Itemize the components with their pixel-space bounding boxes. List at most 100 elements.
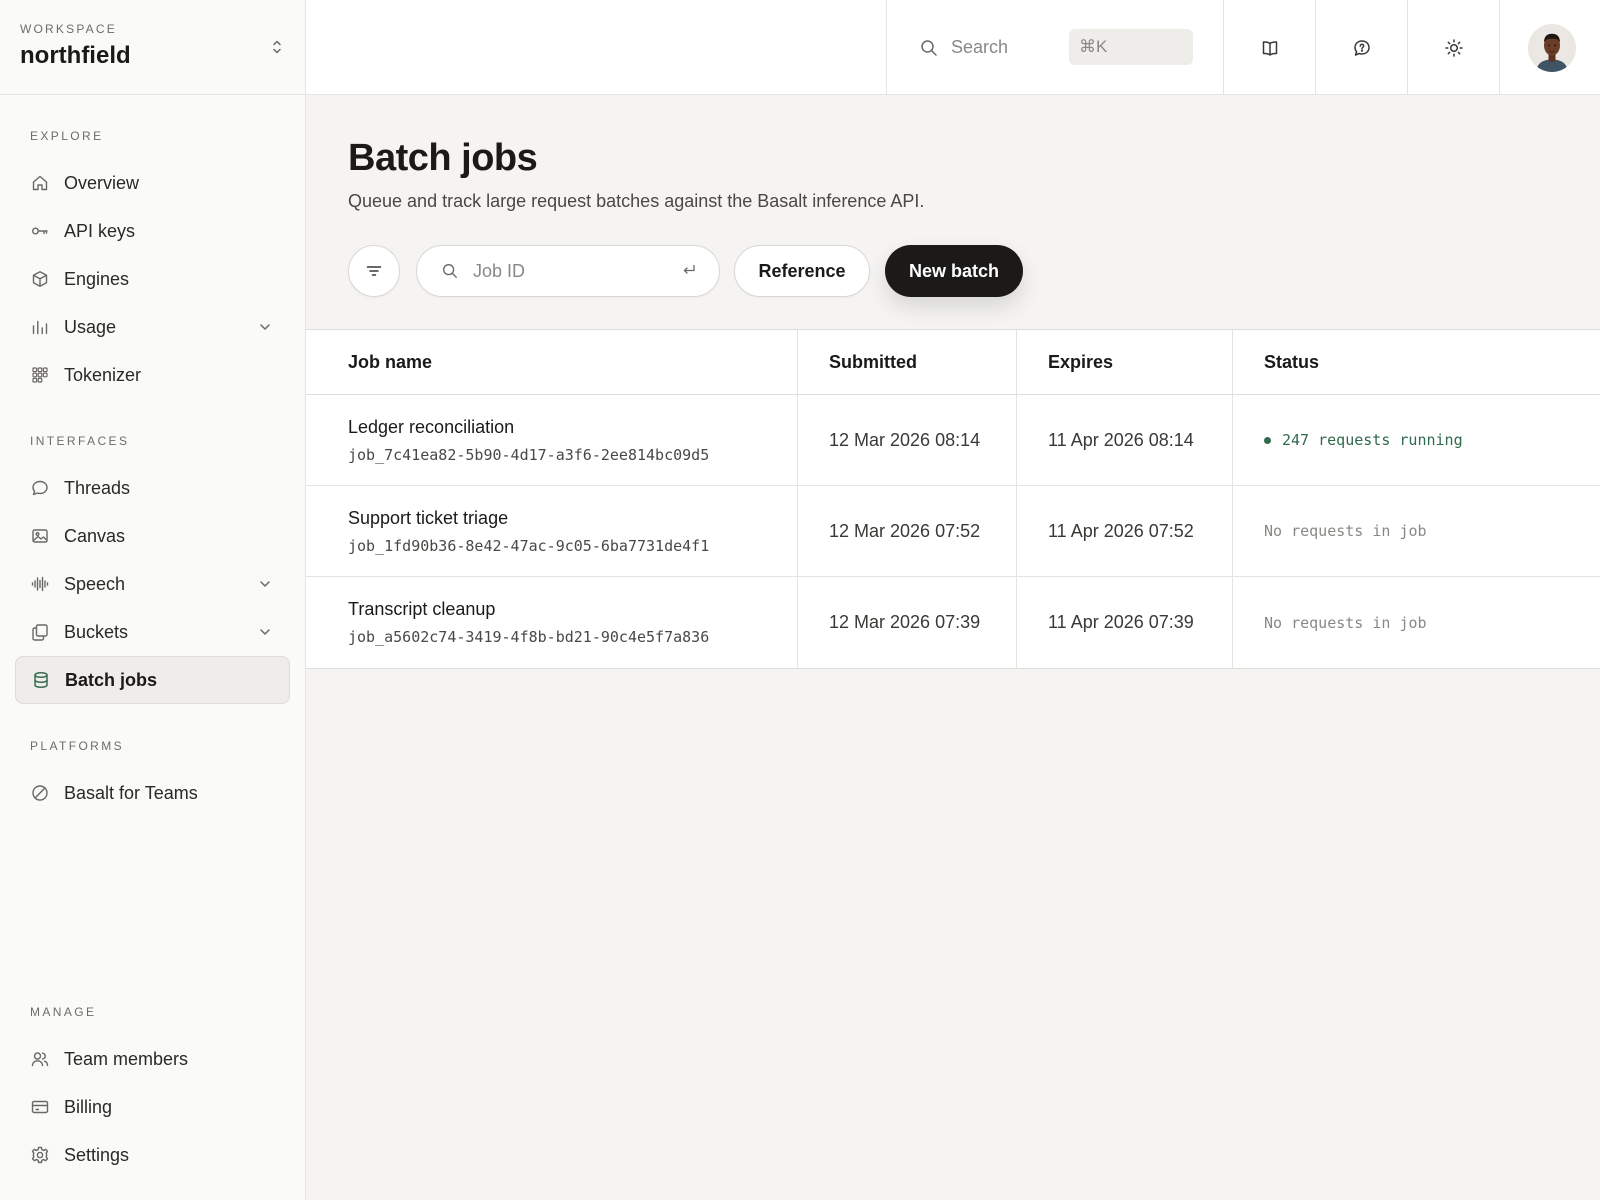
copy-icon bbox=[32, 624, 48, 641]
job-name[interactable]: Transcript cleanup bbox=[348, 599, 797, 620]
sidebar-item-label: Billing bbox=[64, 1096, 113, 1117]
docs-button[interactable] bbox=[1224, 0, 1316, 95]
chevron-down-icon[interactable] bbox=[258, 320, 272, 334]
job-id-search bbox=[416, 245, 720, 297]
sidebar-item-team-members[interactable]: Team members bbox=[15, 1035, 290, 1083]
waveform-icon bbox=[31, 576, 49, 592]
status-dot bbox=[1264, 436, 1271, 444]
chevron-down-icon[interactable] bbox=[258, 625, 272, 639]
database-icon bbox=[34, 671, 48, 689]
expires-date: 11 Apr 2026 07:39 bbox=[1048, 612, 1194, 632]
sidebar-item-label: Buckets bbox=[64, 621, 129, 642]
job-id-input[interactable] bbox=[473, 260, 673, 282]
image-icon bbox=[32, 529, 48, 543]
chevron-down-icon[interactable] bbox=[258, 577, 272, 591]
theme-toggle-button[interactable] bbox=[1408, 0, 1500, 95]
sidebar-item-label: Engines bbox=[64, 268, 130, 289]
column-header-job-name[interactable]: Job name bbox=[348, 352, 797, 373]
page-title: Batch jobs bbox=[348, 137, 538, 179]
keyboard-shortcut-badge: ⌘K bbox=[1069, 29, 1193, 65]
search-icon bbox=[443, 264, 457, 278]
global-search[interactable]: Search ⌘K bbox=[886, 0, 1224, 95]
credit-card-icon bbox=[31, 1100, 49, 1114]
main-content: Batch jobs Queue and track large request… bbox=[306, 95, 1600, 1200]
avatar-image bbox=[1528, 24, 1576, 72]
sidebar-item-basalt-for-teams[interactable]: Basalt for Teams bbox=[15, 769, 290, 817]
help-chat-icon bbox=[1353, 39, 1370, 56]
sidebar-item-threads[interactable]: Threads bbox=[15, 464, 290, 512]
sidebar-item-billing[interactable]: Billing bbox=[15, 1083, 290, 1131]
filter-button[interactable] bbox=[348, 245, 400, 297]
sidebar-item-settings[interactable]: Settings bbox=[15, 1131, 290, 1179]
status-text: No requests in job bbox=[1264, 522, 1427, 540]
sidebar: WORKSPACE northfield EXPLORE Overview AP… bbox=[0, 0, 306, 1200]
sidebar-item-engines[interactable]: Engines bbox=[15, 255, 290, 303]
topbar: Search ⌘K bbox=[306, 0, 1600, 95]
sidebar-item-label: Basalt for Teams bbox=[64, 782, 198, 803]
table-row[interactable]: Ledger reconciliation job_7c41ea82-5b90-… bbox=[306, 395, 1600, 486]
section-label: MANAGE bbox=[30, 1005, 97, 1019]
reference-button[interactable]: Reference bbox=[734, 245, 870, 297]
status-badge: 247 requests running bbox=[1264, 431, 1600, 449]
sidebar-item-canvas[interactable]: Canvas bbox=[15, 512, 290, 560]
sidebar-item-api-keys[interactable]: API keys bbox=[15, 207, 290, 255]
sidebar-item-label: Batch jobs bbox=[65, 669, 158, 690]
enter-key-icon[interactable] bbox=[681, 262, 697, 278]
table-row[interactable]: Transcript cleanup job_a5602c74-3419-4f8… bbox=[306, 577, 1600, 668]
status-text: No requests in job bbox=[1264, 613, 1427, 632]
grid-icon bbox=[32, 367, 48, 383]
nav-section-interfaces: INTERFACES Threads Canvas Speech Buckets… bbox=[0, 433, 305, 704]
job-name[interactable]: Support ticket triage bbox=[348, 508, 797, 529]
users-icon bbox=[31, 1052, 49, 1067]
sidebar-item-label: Team members bbox=[64, 1048, 189, 1069]
user-avatar[interactable] bbox=[1528, 24, 1576, 72]
chevron-up-down-icon[interactable] bbox=[271, 38, 283, 56]
sidebar-item-speech[interactable]: Speech bbox=[15, 560, 290, 608]
batch-jobs-table: Job name Submitted Expires Status Ledger… bbox=[306, 329, 1600, 669]
sun-icon bbox=[1444, 38, 1463, 57]
sidebar-item-label: Tokenizer bbox=[64, 364, 142, 385]
table-header-row: Job name Submitted Expires Status bbox=[306, 330, 1600, 395]
new-batch-button[interactable]: New batch bbox=[885, 245, 1023, 297]
workspace-name: northfield bbox=[20, 42, 131, 69]
table-row[interactable]: Support ticket triage job_1fd90b36-8e42-… bbox=[306, 486, 1600, 577]
page-subtitle: Queue and track large request batches ag… bbox=[348, 191, 925, 211]
section-label: EXPLORE bbox=[30, 129, 104, 143]
slash-circle-icon bbox=[32, 785, 48, 801]
job-id: job_a5602c74-3419-4f8b-bd21-90c4e5f7a836 bbox=[348, 628, 710, 646]
job-id: job_7c41ea82-5b90-4d17-a3f6-2ee814bc09d5 bbox=[348, 445, 710, 464]
expires-date: 11 Apr 2026 07:52 bbox=[1048, 520, 1194, 541]
nav-section-manage: MANAGE Team members Billing Settings bbox=[0, 1004, 305, 1179]
job-id: job_1fd90b36-8e42-47ac-9c05-6ba7731de4f1 bbox=[348, 536, 710, 555]
sidebar-item-label: Settings bbox=[64, 1144, 130, 1165]
sidebar-item-overview[interactable]: Overview bbox=[15, 159, 290, 207]
sidebar-item-label: API keys bbox=[64, 220, 136, 241]
sidebar-item-label: Overview bbox=[64, 172, 140, 193]
expires-date: 11 Apr 2026 08:14 bbox=[1048, 429, 1194, 450]
submitted-date: 12 Mar 2026 08:14 bbox=[829, 429, 981, 450]
workspace-switcher[interactable]: WORKSPACE northfield bbox=[0, 0, 305, 95]
cube-icon bbox=[32, 271, 48, 287]
sidebar-item-buckets[interactable]: Buckets bbox=[15, 608, 290, 656]
section-label: INTERFACES bbox=[30, 434, 130, 448]
status-text: 247 requests running bbox=[1282, 431, 1463, 449]
sidebar-item-usage[interactable]: Usage bbox=[15, 303, 290, 351]
help-button[interactable] bbox=[1316, 0, 1408, 95]
chat-bubble-icon bbox=[32, 480, 48, 496]
nav-section-explore: EXPLORE Overview API keys Engines Usage … bbox=[0, 128, 305, 399]
sidebar-item-label: Canvas bbox=[64, 525, 126, 546]
workspace-label: WORKSPACE bbox=[20, 22, 117, 36]
sidebar-item-batch-jobs[interactable]: Batch jobs bbox=[15, 656, 290, 704]
submitted-date: 12 Mar 2026 07:39 bbox=[829, 612, 981, 632]
sidebar-item-label: Usage bbox=[64, 316, 117, 337]
key-icon bbox=[32, 227, 48, 235]
sidebar-item-label: Threads bbox=[64, 477, 131, 498]
sidebar-item-tokenizer[interactable]: Tokenizer bbox=[15, 351, 290, 399]
gear-icon bbox=[31, 1146, 49, 1164]
column-header-submitted[interactable]: Submitted bbox=[829, 352, 1016, 373]
column-header-expires[interactable]: Expires bbox=[1048, 352, 1232, 373]
home-icon bbox=[32, 175, 48, 191]
book-icon bbox=[1262, 40, 1277, 56]
job-name[interactable]: Ledger reconciliation bbox=[348, 417, 797, 438]
column-header-status[interactable]: Status bbox=[1264, 352, 1600, 373]
